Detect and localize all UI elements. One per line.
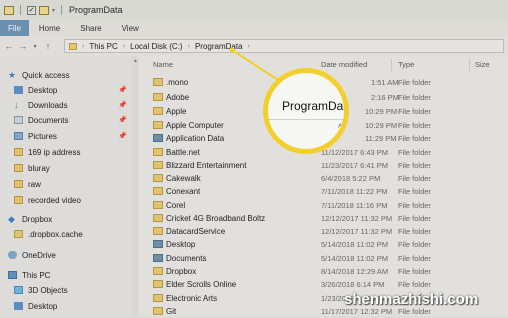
- magnifier-callout: ProgramData ^: [263, 68, 349, 154]
- divider: [268, 119, 344, 120]
- callout-connector: [229, 47, 279, 81]
- chevron-up-icon: ^: [338, 123, 343, 134]
- watermark: shenmazhishi.com: [344, 291, 479, 308]
- callout-line: [231, 49, 279, 81]
- callout-text: ProgramData: [282, 99, 349, 113]
